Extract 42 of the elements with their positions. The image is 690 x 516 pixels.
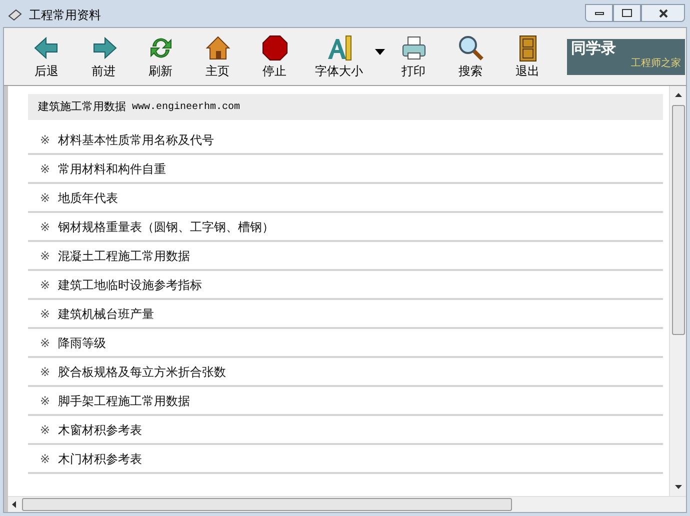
topic-link[interactable]: ※ 胶合板规格及每立方米折合张数 <box>28 358 663 387</box>
close-button[interactable] <box>641 4 685 22</box>
toolbar-button[interactable]: 后退 <box>18 30 75 82</box>
topic-link[interactable]: ※ 木窗材积参考表 <box>28 416 663 445</box>
logo-title: 同学录 <box>571 38 617 56</box>
font-size-icon <box>325 34 353 62</box>
toolbar-button[interactable]: 退出 <box>499 30 556 82</box>
scroll-up-icon <box>674 93 682 97</box>
topic-link[interactable]: ※ 降雨等级 <box>28 329 663 358</box>
scroll-thumb[interactable] <box>672 105 684 335</box>
horizontal-scrollbar[interactable] <box>8 496 686 512</box>
scroll-thumb[interactable] <box>22 498 512 511</box>
house-icon <box>204 34 232 62</box>
logo-subtitle: 工程师之家 <box>631 56 681 70</box>
dropdown-caret-icon <box>375 48 385 54</box>
toolbar-button[interactable]: 前进 <box>75 30 132 82</box>
printer-icon <box>400 34 428 62</box>
close-icon <box>658 8 668 18</box>
topic-link[interactable]: ※ 地质年代表 <box>28 184 663 213</box>
topic-link[interactable]: ※ 混凝土工程施工常用数据 <box>28 242 663 271</box>
vertical-scrollbar[interactable] <box>669 86 686 496</box>
toolbar-button[interactable]: 停止 <box>246 30 303 82</box>
scroll-left-icon <box>12 501 16 508</box>
maximize-button[interactable] <box>613 4 641 22</box>
toolbar-button[interactable]: 搜索 <box>442 30 499 82</box>
page-heading: 建筑施工常用数据 www.engineerhm.com <box>28 94 663 120</box>
scroll-down-icon <box>674 485 682 489</box>
toolbar-button[interactable]: 打印 <box>385 30 442 82</box>
toolbar-button[interactable]: 刷新 <box>132 30 189 82</box>
topic-link[interactable]: ※ 常用材料和构件自重 <box>28 155 663 184</box>
topic-link[interactable]: ※ 钢材规格重量表（圆钢、工字钢、槽钢） <box>28 213 663 242</box>
minimize-button[interactable] <box>585 4 613 22</box>
topic-link[interactable]: ※ 脚手架工程施工常用数据 <box>28 387 663 416</box>
topic-link[interactable]: ※ 建筑机械台班产量 <box>28 300 663 329</box>
magnifier-icon <box>456 34 484 62</box>
topic-link[interactable]: ※ 木门材积参考表 <box>28 445 663 474</box>
window-title: 工程常用资料 <box>29 7 101 24</box>
topic-link[interactable]: ※ 建筑工地临时设施参考指标 <box>28 271 663 300</box>
stop-sign-icon <box>260 34 288 62</box>
toolbar-button[interactable]: 字体大小 <box>303 30 385 82</box>
toolbar-button[interactable]: 主页 <box>189 30 246 82</box>
topic-link[interactable]: ※ 材料基本性质常用名称及代号 <box>28 126 663 155</box>
